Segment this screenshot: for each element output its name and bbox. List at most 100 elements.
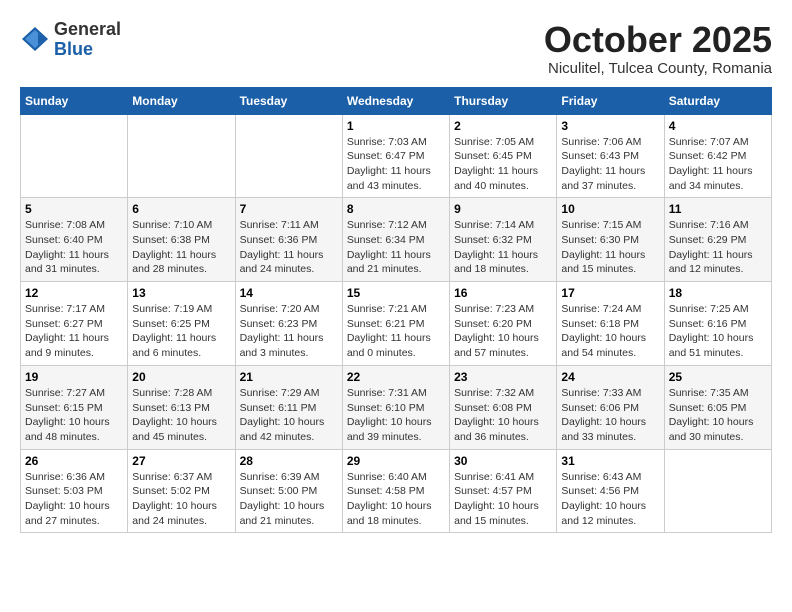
day-info: Sunrise: 7:19 AM Sunset: 6:25 PM Dayligh… — [132, 302, 230, 361]
day-number: 9 — [454, 202, 552, 216]
calendar-cell: 11Sunrise: 7:16 AM Sunset: 6:29 PM Dayli… — [664, 198, 771, 282]
day-number: 1 — [347, 119, 445, 133]
day-info: Sunrise: 6:43 AM Sunset: 4:56 PM Dayligh… — [561, 470, 659, 529]
day-number: 19 — [25, 370, 123, 384]
calendar-cell: 10Sunrise: 7:15 AM Sunset: 6:30 PM Dayli… — [557, 198, 664, 282]
calendar-cell: 12Sunrise: 7:17 AM Sunset: 6:27 PM Dayli… — [21, 282, 128, 366]
weekday-header: Saturday — [664, 87, 771, 114]
day-number: 27 — [132, 454, 230, 468]
calendar-cell: 24 Sunrise: 7:33 AM Sunset: 6:06 PM Dayli… — [557, 365, 664, 449]
calendar-cell: 7 Sunrise: 7:11 AM Sunset: 6:36 PM Daylig… — [235, 198, 342, 282]
day-number: 24 — [561, 370, 659, 384]
day-info: Sunrise: 6:41 AM Sunset: 4:57 PM Dayligh… — [454, 470, 552, 529]
day-number: 6 — [132, 202, 230, 216]
day-number: 8 — [347, 202, 445, 216]
day-info: Sunrise: 7:07 AM Sunset: 6:42 PM Dayligh… — [669, 135, 767, 194]
day-info: Sunrise: 7:14 AM Sunset: 6:32 PM Dayligh… — [454, 218, 552, 277]
logo-icon — [20, 25, 50, 55]
day-info: Sunrise: 7:24 AM Sunset: 6:18 PM Dayligh… — [561, 302, 659, 361]
day-info: Sunrise: 7:17 AM Sunset: 6:27 PM Dayligh… — [25, 302, 123, 361]
day-info: Sunrise: 7:25 AM Sunset: 6:16 PM Dayligh… — [669, 302, 767, 361]
calendar-cell: 4Sunrise: 7:07 AM Sunset: 6:42 PM Daylig… — [664, 114, 771, 198]
day-number: 28 — [240, 454, 338, 468]
title-block: October 2025 Niculitel, Tulcea County, R… — [544, 20, 772, 77]
weekday-header: Monday — [128, 87, 235, 114]
day-number: 16 — [454, 286, 552, 300]
day-info: Sunrise: 6:40 AM Sunset: 4:58 PM Dayligh… — [347, 470, 445, 529]
calendar-cell: 8 Sunrise: 7:12 AM Sunset: 6:34 PM Daylig… — [342, 198, 449, 282]
day-number: 21 — [240, 370, 338, 384]
calendar-cell: 6 Sunrise: 7:10 AM Sunset: 6:38 PM Daylig… — [128, 198, 235, 282]
day-number: 30 — [454, 454, 552, 468]
day-info: Sunrise: 7:32 AM Sunset: 6:08 PM Dayligh… — [454, 386, 552, 445]
calendar-cell: 14 Sunrise: 7:20 AM Sunset: 6:23 PM Dayli… — [235, 282, 342, 366]
calendar-cell: 23 Sunrise: 7:32 AM Sunset: 6:08 PM Dayli… — [450, 365, 557, 449]
day-info: Sunrise: 7:23 AM Sunset: 6:20 PM Dayligh… — [454, 302, 552, 361]
day-number: 7 — [240, 202, 338, 216]
day-number: 10 — [561, 202, 659, 216]
logo-blue: Blue — [54, 40, 121, 60]
calendar-cell: 27Sunrise: 6:37 AM Sunset: 5:02 PM Dayli… — [128, 449, 235, 533]
day-info: Sunrise: 7:21 AM Sunset: 6:21 PM Dayligh… — [347, 302, 445, 361]
calendar-cell: 20 Sunrise: 7:28 AM Sunset: 6:13 PM Dayli… — [128, 365, 235, 449]
day-number: 20 — [132, 370, 230, 384]
day-info: Sunrise: 7:20 AM Sunset: 6:23 PM Dayligh… — [240, 302, 338, 361]
calendar-cell: 18 Sunrise: 7:25 AM Sunset: 6:16 PM Dayli… — [664, 282, 771, 366]
calendar-cell: 31 Sunrise: 6:43 AM Sunset: 4:56 PM Dayli… — [557, 449, 664, 533]
day-number: 2 — [454, 119, 552, 133]
logo-general: General — [54, 20, 121, 40]
day-info: Sunrise: 7:08 AM Sunset: 6:40 PM Dayligh… — [25, 218, 123, 277]
calendar-cell: 28Sunrise: 6:39 AM Sunset: 5:00 PM Dayli… — [235, 449, 342, 533]
day-number: 26 — [25, 454, 123, 468]
calendar-cell: 9 Sunrise: 7:14 AM Sunset: 6:32 PM Daylig… — [450, 198, 557, 282]
day-info: Sunrise: 7:05 AM Sunset: 6:45 PM Dayligh… — [454, 135, 552, 194]
day-info: Sunrise: 7:29 AM Sunset: 6:11 PM Dayligh… — [240, 386, 338, 445]
calendar-cell: 29Sunrise: 6:40 AM Sunset: 4:58 PM Dayli… — [342, 449, 449, 533]
weekday-header: Sunday — [21, 87, 128, 114]
calendar-cell: 16 Sunrise: 7:23 AM Sunset: 6:20 PM Dayli… — [450, 282, 557, 366]
day-number: 3 — [561, 119, 659, 133]
day-number: 18 — [669, 286, 767, 300]
day-info: Sunrise: 7:28 AM Sunset: 6:13 PM Dayligh… — [132, 386, 230, 445]
calendar-cell: 3 Sunrise: 7:06 AM Sunset: 6:43 PM Daylig… — [557, 114, 664, 198]
page-header: General Blue October 2025 Niculitel, Tul… — [20, 20, 772, 77]
header-row: SundayMondayTuesdayWednesdayThursdayFrid… — [21, 87, 772, 114]
day-number: 17 — [561, 286, 659, 300]
location-subtitle: Niculitel, Tulcea County, Romania — [544, 60, 772, 77]
calendar-cell — [21, 114, 128, 198]
calendar-cell: 22Sunrise: 7:31 AM Sunset: 6:10 PM Dayli… — [342, 365, 449, 449]
day-number: 11 — [669, 202, 767, 216]
calendar-cell: 25Sunrise: 7:35 AM Sunset: 6:05 PM Dayli… — [664, 365, 771, 449]
calendar-cell: 19 Sunrise: 7:27 AM Sunset: 6:15 PM Dayli… — [21, 365, 128, 449]
calendar-cell: 13 Sunrise: 7:19 AM Sunset: 6:25 PM Dayli… — [128, 282, 235, 366]
weekday-header: Friday — [557, 87, 664, 114]
day-number: 23 — [454, 370, 552, 384]
day-info: Sunrise: 7:33 AM Sunset: 6:06 PM Dayligh… — [561, 386, 659, 445]
day-number: 5 — [25, 202, 123, 216]
calendar-table: SundayMondayTuesdayWednesdayThursdayFrid… — [20, 87, 772, 534]
day-info: Sunrise: 7:06 AM Sunset: 6:43 PM Dayligh… — [561, 135, 659, 194]
calendar-header: SundayMondayTuesdayWednesdayThursdayFrid… — [21, 87, 772, 114]
calendar-week-row: 12Sunrise: 7:17 AM Sunset: 6:27 PM Dayli… — [21, 282, 772, 366]
calendar-cell: 5 Sunrise: 7:08 AM Sunset: 6:40 PM Daylig… — [21, 198, 128, 282]
day-info: Sunrise: 7:12 AM Sunset: 6:34 PM Dayligh… — [347, 218, 445, 277]
logo: General Blue — [20, 20, 121, 60]
day-info: Sunrise: 7:35 AM Sunset: 6:05 PM Dayligh… — [669, 386, 767, 445]
calendar-cell — [128, 114, 235, 198]
day-info: Sunrise: 7:27 AM Sunset: 6:15 PM Dayligh… — [25, 386, 123, 445]
calendar-body: 1Sunrise: 7:03 AM Sunset: 6:47 PM Daylig… — [21, 114, 772, 533]
calendar-week-row: 26 Sunrise: 6:36 AM Sunset: 5:03 PM Dayli… — [21, 449, 772, 533]
day-number: 13 — [132, 286, 230, 300]
weekday-header: Wednesday — [342, 87, 449, 114]
calendar-cell: 15 Sunrise: 7:21 AM Sunset: 6:21 PM Dayli… — [342, 282, 449, 366]
day-info: Sunrise: 6:36 AM Sunset: 5:03 PM Dayligh… — [25, 470, 123, 529]
month-title: October 2025 — [544, 20, 772, 60]
day-number: 31 — [561, 454, 659, 468]
day-info: Sunrise: 7:11 AM Sunset: 6:36 PM Dayligh… — [240, 218, 338, 277]
calendar-cell: 21 Sunrise: 7:29 AM Sunset: 6:11 PM Dayli… — [235, 365, 342, 449]
calendar-cell: 2 Sunrise: 7:05 AM Sunset: 6:45 PM Daylig… — [450, 114, 557, 198]
weekday-header: Thursday — [450, 87, 557, 114]
day-info: Sunrise: 7:10 AM Sunset: 6:38 PM Dayligh… — [132, 218, 230, 277]
day-number: 15 — [347, 286, 445, 300]
day-number: 14 — [240, 286, 338, 300]
